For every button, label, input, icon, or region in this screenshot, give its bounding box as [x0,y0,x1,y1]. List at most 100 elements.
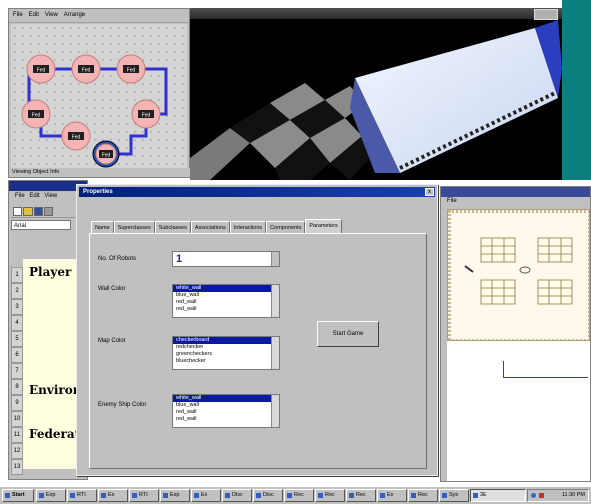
taskbar-button-14[interactable]: Sys [439,489,469,502]
taskbar-button-13[interactable]: Rec [408,489,438,502]
taskbar-button-2[interactable]: RTI [67,489,97,502]
node-2-label: Fed [82,68,91,74]
taskbar-label: RTI [139,492,148,498]
map-color-option[interactable]: checkerboard [173,337,279,344]
num-players-label: No. Of Robots [98,256,137,262]
num-players-field[interactable]: 1 [172,251,280,267]
enemy-color-listbox[interactable]: white_wall blue_wall red_wall red_wall [172,394,280,428]
app-icon [70,493,75,498]
row-header-12[interactable]: 12 [11,443,23,459]
dialog-tabs: Name Superclasses Subclasses Association… [91,219,342,233]
node-3-label: Fed [127,68,136,74]
taskbar-button-15[interactable]: 3E [470,489,526,502]
map-color-label: Map Color [98,338,126,344]
enemy-color-scrollbar[interactable] [271,395,279,427]
system-tray: 11:30 PM [527,489,589,502]
tab-subclasses[interactable]: Subclasses [154,221,191,233]
taskbar: Start Exp RTI Ex RTI Exp Ex Disc Disc Re… [0,486,591,504]
row-header-2[interactable]: 2 [11,283,23,299]
row-header-1[interactable]: 1 [11,267,23,283]
diagram-editor-window[interactable]: File Edit View Arrange Fed Fed Fed Fed F… [8,8,192,178]
volume-icon[interactable] [539,493,544,498]
map-color-scrollbar[interactable] [271,337,279,369]
tab-superclasses[interactable]: Superclasses [113,221,155,233]
row-header-7[interactable]: 7 [11,363,23,379]
taskbar-button-1[interactable]: Exp [36,489,66,502]
row-header-4[interactable]: 4 [11,315,23,331]
map-color-option[interactable]: redchecker [173,344,279,351]
grid-block-3 [480,279,516,305]
grid-block-2 [537,237,573,263]
node-7-label: Fed [102,153,111,159]
floorplan-menu-file[interactable]: File [447,198,457,204]
enemy-color-option[interactable]: blue_wall [173,402,279,409]
save-icon[interactable] [34,207,43,216]
row-header-10[interactable]: 10 [11,411,23,427]
row-header-9[interactable]: 9 [11,395,23,411]
menu-view[interactable]: View [45,12,58,18]
app-icon [442,493,447,498]
taskbar-button-4[interactable]: RTI [129,489,159,502]
diagram-canvas[interactable]: Fed Fed Fed Fed Fed Fed Fed [11,24,187,172]
taskbar-button-5[interactable]: Exp [160,489,190,502]
network-icon[interactable] [531,493,536,498]
desktop-background [562,0,591,180]
map-color-option[interactable]: greencheckers [173,351,279,358]
wall-color-option[interactable]: red_wall [173,299,279,306]
sheet-menu-file[interactable]: File [15,193,25,199]
wall-color-listbox[interactable]: white_wall blue_wall red_wall red_wall [172,284,280,318]
properties-dialog[interactable]: Properties x Name Superclasses Subclasse… [76,184,438,476]
print-icon[interactable] [44,207,53,216]
floorplan-window[interactable]: File [440,186,591,482]
floorplan-lower-pane [447,341,590,481]
close-button[interactable]: x [425,188,434,196]
row-header-3[interactable]: 3 [11,299,23,315]
game-3d-viewport[interactable] [190,8,562,180]
enemy-color-option[interactable]: white_wall [173,395,279,402]
floorplan-border [448,210,589,340]
taskbar-button-6[interactable]: Ex [191,489,221,502]
map-color-option[interactable]: bluechecker [173,358,279,365]
sheet-menu-edit[interactable]: Edit [29,193,39,199]
menu-arrange[interactable]: Arrange [64,12,85,18]
enemy-color-label: Enemy Ship Color [98,402,147,408]
wall-color-scrollbar[interactable] [271,285,279,317]
cell-player[interactable]: Player [29,265,71,279]
row-header-11[interactable]: 11 [11,427,23,443]
row-header-8[interactable]: 8 [11,379,23,395]
open-folder-icon[interactable] [23,207,33,216]
menu-edit[interactable]: Edit [29,12,39,18]
start-button[interactable]: Start [2,489,34,502]
start-game-button[interactable]: Start Game [317,321,379,347]
clock[interactable]: 11:30 PM [562,492,585,498]
taskbar-button-7[interactable]: Disc [222,489,252,502]
num-players-spinner[interactable] [271,252,279,266]
menu-file[interactable]: File [13,12,23,18]
row-header-13[interactable]: 13 [11,459,23,475]
taskbar-button-3[interactable]: Ex [98,489,128,502]
taskbar-button-12[interactable]: Ex [377,489,407,502]
tab-name[interactable]: Name [91,221,114,233]
taskbar-button-8[interactable]: Disc [253,489,283,502]
sheet-menu-view[interactable]: View [44,193,57,199]
wall-color-option[interactable]: white_wall [173,285,279,292]
wall-color-option[interactable]: blue_wall [173,292,279,299]
enemy-color-option[interactable]: red_wall [173,409,279,416]
enemy-color-option[interactable]: red_wall [173,416,279,423]
taskbar-button-11[interactable]: Rec [346,489,376,502]
font-name-box[interactable]: Arial [11,220,71,230]
wall-color-option[interactable]: red_wall [173,306,279,313]
tab-interactions[interactable]: Interactions [229,221,267,233]
dialog-title: Properties [79,187,435,197]
map-color-listbox[interactable]: checkerboard redchecker greencheckers bl… [172,336,280,370]
node-5-label: Fed [142,113,151,119]
new-file-icon[interactable] [13,207,22,216]
taskbar-button-10[interactable]: Rec [315,489,345,502]
tab-components[interactable]: Components [266,221,306,233]
tab-parameters[interactable]: Parameters [305,219,342,233]
row-header-5[interactable]: 5 [11,331,23,347]
floorplan-canvas[interactable] [447,209,590,341]
row-header-6[interactable]: 6 [11,347,23,363]
taskbar-button-9[interactable]: Rec [284,489,314,502]
tab-associations[interactable]: Associations [190,221,230,233]
